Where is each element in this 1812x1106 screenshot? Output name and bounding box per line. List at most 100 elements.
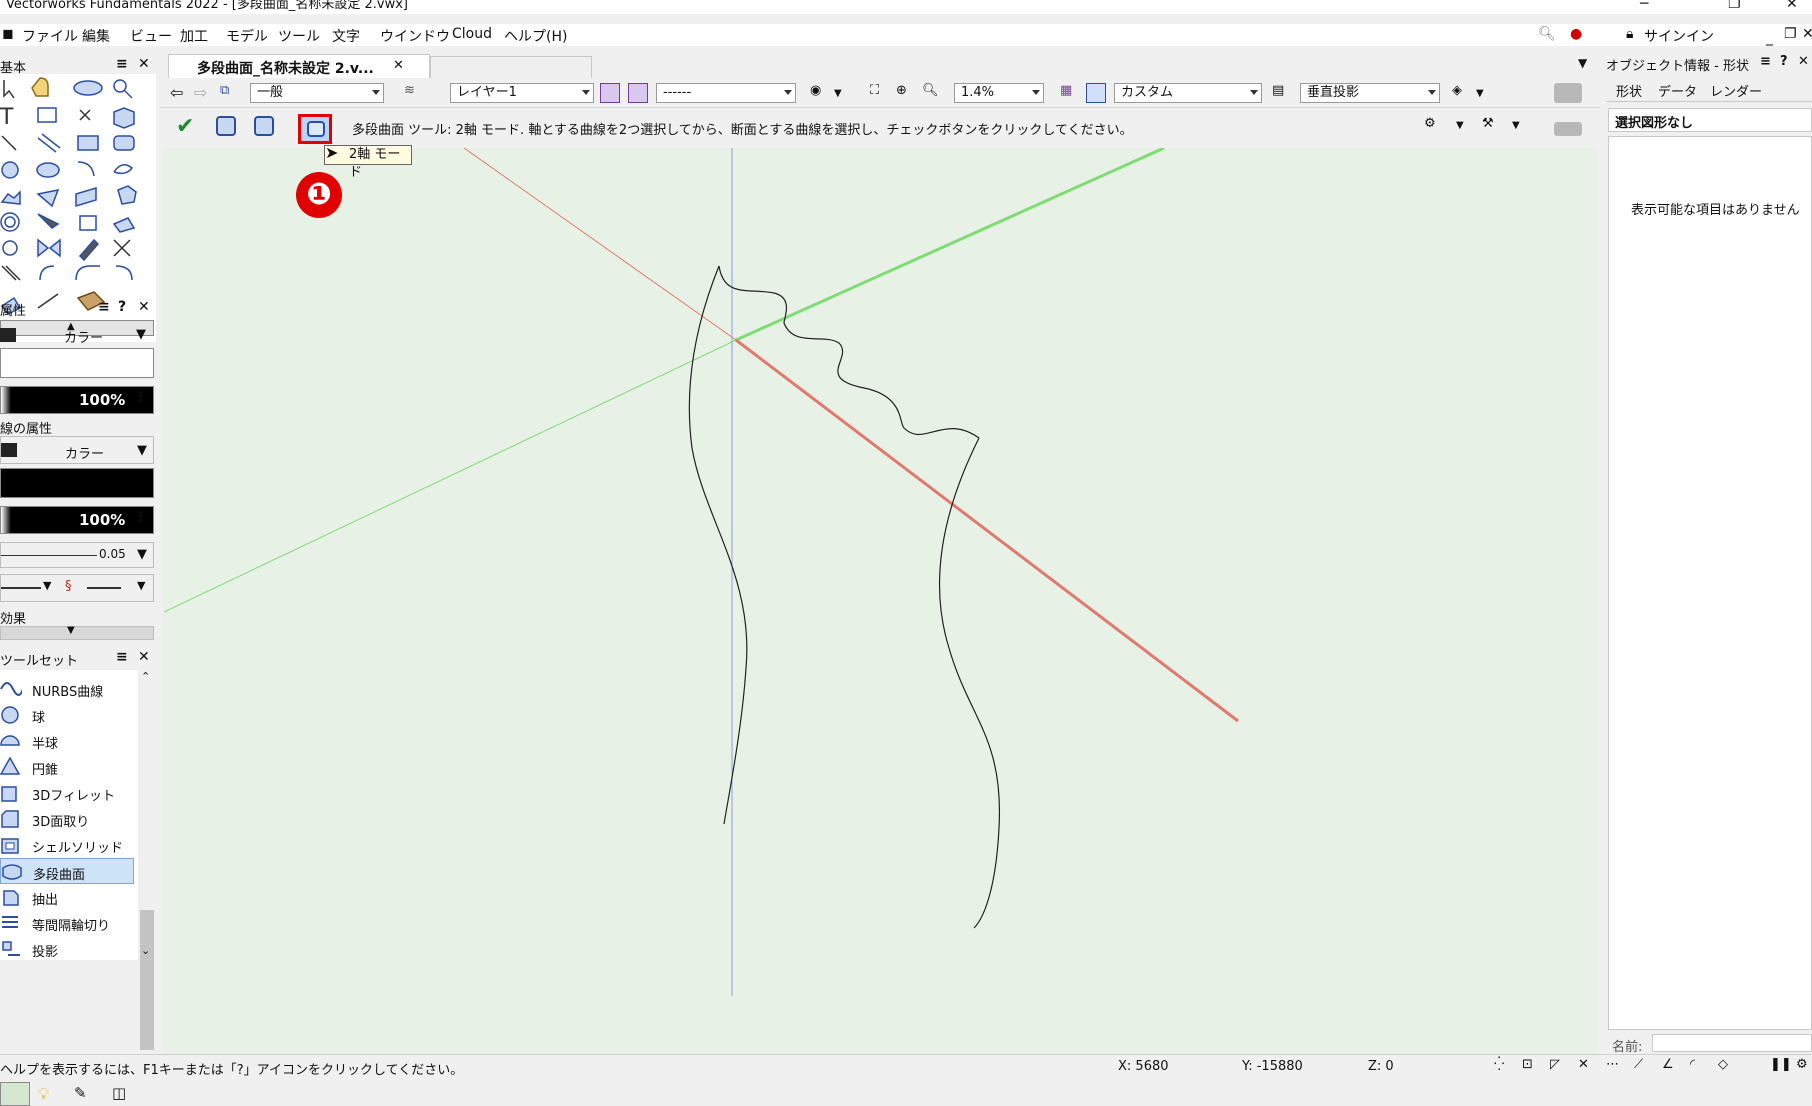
chevron-down-icon[interactable]: ▼ bbox=[1512, 120, 1520, 131]
chevron-down-icon[interactable]: ▼ bbox=[834, 88, 854, 108]
doc-tab-active[interactable]: 多段曲面_名称未設定 2.v... ✕ bbox=[168, 54, 430, 78]
restore-icon[interactable]: ❐ bbox=[1728, 0, 1741, 11]
tab-render[interactable]: レンダー bbox=[1710, 81, 1762, 100]
toolset-item-extract[interactable]: 抽出 bbox=[0, 884, 136, 910]
snap-grid-icon[interactable]: ⁛ bbox=[1494, 1057, 1504, 1072]
help-icon[interactable]: ? bbox=[1780, 54, 1788, 69]
fill-opacity[interactable]: 100% bbox=[0, 386, 154, 414]
sheet-icon[interactable] bbox=[628, 83, 648, 103]
toolset-item-contour[interactable]: 等間隔輪切り bbox=[0, 910, 136, 936]
scroll-thumb[interactable] bbox=[140, 910, 154, 1050]
notification-icon[interactable]: ● bbox=[1570, 26, 1582, 42]
snap-icon[interactable]: ⚒ bbox=[1482, 116, 1504, 138]
menu-modify[interactable]: 加工 bbox=[180, 26, 208, 46]
toolset-item-chamfer[interactable]: 3D面取り bbox=[0, 806, 136, 832]
standard-view-icon[interactable]: ◈ bbox=[1452, 83, 1472, 103]
signin-link[interactable]: サインイン bbox=[1644, 26, 1714, 46]
tab-shape[interactable]: 形状 bbox=[1616, 81, 1642, 100]
menu-view[interactable]: ビュー bbox=[130, 26, 172, 46]
toolset-item-nurbs[interactable]: NURBS曲線 bbox=[0, 676, 136, 702]
close-doc-icon[interactable]: ✕ bbox=[1802, 26, 1812, 42]
restore-doc-icon[interactable]: ❐ bbox=[1784, 26, 1797, 42]
menu-help[interactable]: ヘルプ(H) bbox=[504, 26, 567, 46]
saved-view-icon[interactable] bbox=[600, 83, 620, 103]
close-window-icon[interactable]: ✕ bbox=[1786, 0, 1798, 11]
line-thickness-select[interactable]: 0.05 ▼ bbox=[0, 542, 154, 568]
class-select[interactable]: 一般 bbox=[250, 83, 384, 103]
snap-tangent-icon[interactable]: ⟋ bbox=[1634, 1057, 1643, 1072]
pencil-icon[interactable]: ✎ bbox=[74, 1084, 87, 1102]
more-icon[interactable]: ⋮ bbox=[134, 390, 147, 405]
attr-scroll-down[interactable]: ▼ bbox=[0, 625, 154, 640]
fill-preview[interactable] bbox=[0, 348, 154, 378]
back-icon[interactable]: ⇦ bbox=[170, 83, 190, 103]
menu-window[interactable]: ウインドウ bbox=[380, 26, 450, 46]
close-icon[interactable]: ✕ bbox=[138, 649, 150, 665]
chevron-down-icon[interactable]: ▼ bbox=[1476, 88, 1496, 108]
menu-cloud[interactable]: Cloud bbox=[452, 26, 492, 42]
section-curve[interactable] bbox=[718, 265, 980, 439]
close-icon[interactable]: ✕ bbox=[138, 299, 150, 315]
search-icon[interactable]: 🔍︎ bbox=[1538, 26, 1556, 42]
shape-icon[interactable]: ◫ bbox=[112, 1084, 126, 1102]
class-icon[interactable]: ⧉ bbox=[220, 83, 240, 103]
fill-type-select[interactable]: カラー ▼ bbox=[0, 318, 154, 346]
close-tab-icon[interactable]: ✕ bbox=[393, 58, 404, 73]
snap-distance-icon[interactable]: ⋯ bbox=[1606, 1057, 1619, 1072]
snap-plane-icon[interactable]: ◇ bbox=[1718, 1057, 1728, 1072]
menu-icon[interactable]: ≡ bbox=[116, 56, 128, 72]
menu-model[interactable]: モデル bbox=[226, 26, 268, 46]
modebar-more-button[interactable] bbox=[1554, 122, 1582, 136]
zoom-selection-icon[interactable]: ⊕ bbox=[896, 83, 916, 103]
layer-icon[interactable]: ≋ bbox=[404, 83, 424, 103]
minimize-doc-icon[interactable]: _ bbox=[1766, 30, 1773, 46]
zoom-select[interactable]: 1.4% bbox=[954, 83, 1044, 103]
render-select[interactable]: カスタム bbox=[1114, 83, 1262, 103]
snap-intersection-icon[interactable]: ✕ bbox=[1578, 1057, 1589, 1072]
toolset-item-hemisphere[interactable]: 半球 bbox=[0, 728, 136, 754]
menu-tools[interactable]: ツール bbox=[278, 26, 320, 46]
menu-edit[interactable]: 編集 bbox=[82, 26, 110, 46]
layer-select[interactable]: レイヤー1 bbox=[450, 83, 594, 103]
toolset-item-loft[interactable]: 多段曲面 bbox=[0, 858, 134, 884]
chevron-down-icon[interactable]: ▼ bbox=[1456, 120, 1464, 131]
forward-icon[interactable]: ⇨ bbox=[194, 83, 214, 103]
chevron-up-icon[interactable]: ⌃ bbox=[141, 670, 150, 683]
toolset-item-shell[interactable]: シェルソリッド bbox=[0, 832, 136, 858]
toolset-item-project[interactable]: 投影 bbox=[0, 936, 136, 962]
zoom-fit-icon[interactable]: ⛶ bbox=[870, 83, 890, 103]
rail-curve-1[interactable] bbox=[688, 265, 748, 825]
projection-icon[interactable]: ▤ bbox=[1272, 83, 1292, 103]
two-rail-mode-button[interactable] bbox=[298, 114, 332, 144]
plane-icon[interactable]: ⚙ bbox=[1424, 116, 1446, 138]
snap-angle-icon[interactable]: ◸ bbox=[1550, 1057, 1560, 1072]
snap-edge-icon[interactable]: ∠ bbox=[1662, 1057, 1674, 1072]
projection-select[interactable]: 垂直投影 bbox=[1300, 83, 1440, 103]
model-toolset-tab[interactable] bbox=[0, 1082, 30, 1106]
menu-file[interactable]: ファイル bbox=[22, 26, 78, 46]
toolset-scrollbar[interactable]: ⌃ ⌄ bbox=[138, 670, 156, 1050]
check-icon[interactable]: ✔ bbox=[176, 114, 194, 139]
line-markers[interactable]: ▼ § ▼ bbox=[0, 574, 154, 602]
minimize-icon[interactable]: ─ bbox=[1640, 0, 1648, 11]
menu-text[interactable]: 文字 bbox=[332, 26, 360, 46]
menu-icon[interactable]: ≡ bbox=[1760, 54, 1771, 69]
pause-icon[interactable]: ❚❚ bbox=[1770, 1057, 1792, 1072]
chevron-down-icon[interactable]: ▼ bbox=[1578, 56, 1587, 70]
line-color-preview[interactable] bbox=[0, 468, 154, 498]
zoom-icon[interactable]: 🔍︎ bbox=[922, 83, 942, 103]
snap-object-icon[interactable]: ⊡ bbox=[1522, 1057, 1533, 1072]
loft-mode-2-icon[interactable] bbox=[254, 116, 274, 136]
snap-arc-icon[interactable]: ◜ bbox=[1690, 1057, 1695, 1072]
toolset-item-cone[interactable]: 円錐 bbox=[0, 754, 136, 780]
toolset-item-sphere[interactable]: 球 bbox=[0, 702, 136, 728]
line-type-select[interactable]: カラー ▼ bbox=[0, 436, 154, 464]
help-icon[interactable]: ? bbox=[118, 299, 126, 315]
close-icon[interactable]: ✕ bbox=[138, 56, 150, 72]
new-tab-button[interactable] bbox=[430, 56, 592, 78]
chevron-down-icon[interactable]: ⌄ bbox=[141, 944, 150, 957]
drawing-canvas[interactable] bbox=[164, 148, 1596, 1054]
more-icon[interactable]: ⋮ bbox=[134, 510, 147, 525]
sheet-select[interactable]: ------ bbox=[656, 83, 796, 103]
render-mode-icon[interactable] bbox=[1086, 83, 1106, 103]
